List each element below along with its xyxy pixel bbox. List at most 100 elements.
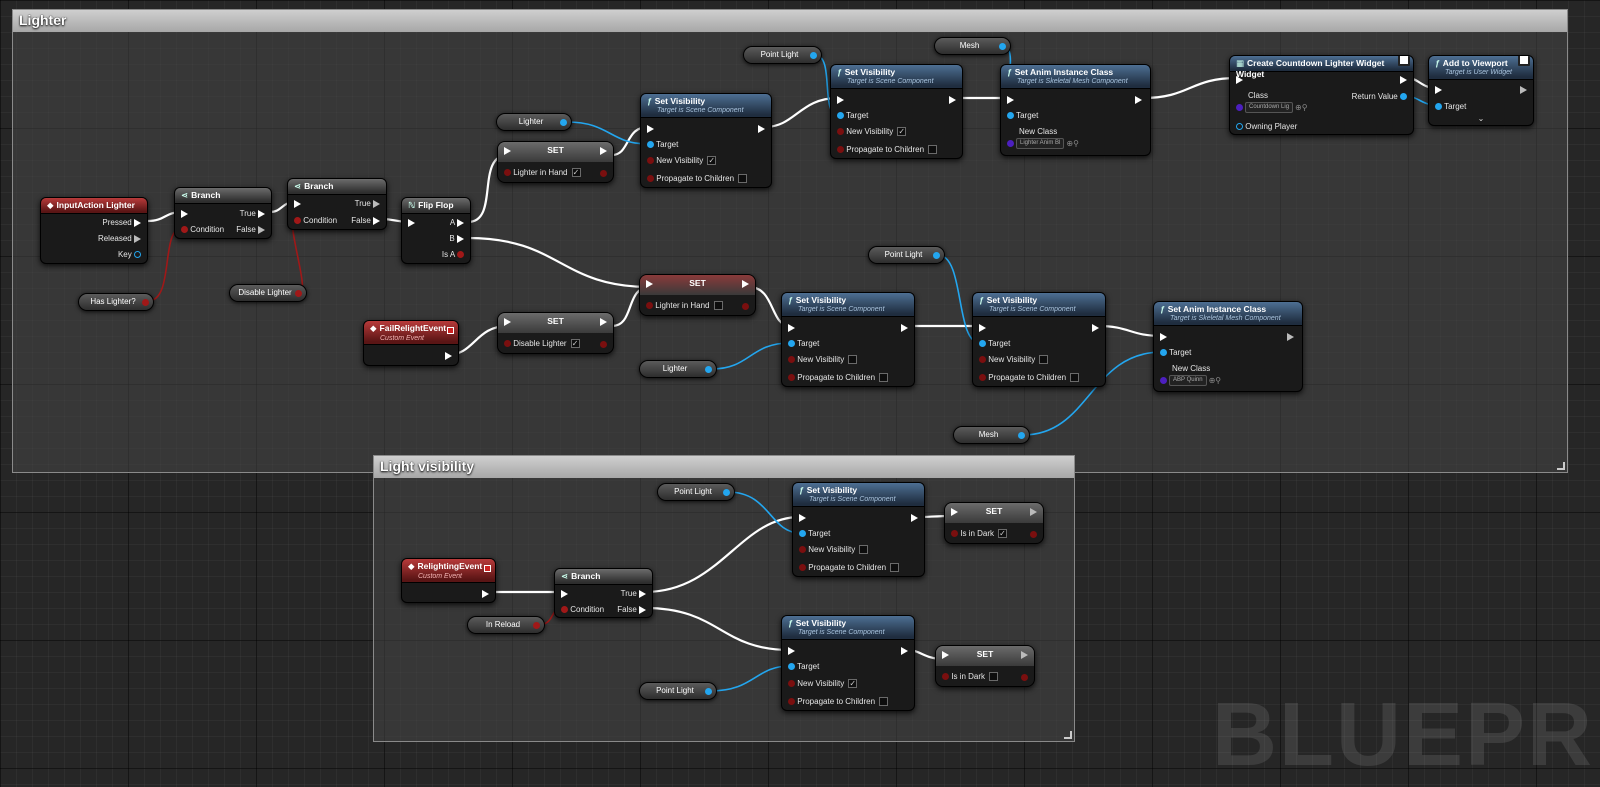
- exec-out-pin[interactable]: [949, 95, 956, 105]
- set-lighter-in-hand-top[interactable]: SET Lighter in Hand: [497, 141, 614, 183]
- target-pin[interactable]: Target: [788, 339, 819, 349]
- target-pin[interactable]: Target: [1435, 102, 1466, 112]
- a-pin[interactable]: A: [450, 218, 464, 228]
- new-class-combo[interactable]: ABP Quinn: [1169, 375, 1207, 386]
- target-pin[interactable]: Target: [837, 111, 868, 121]
- delegate-icon[interactable]: [447, 327, 454, 334]
- flip-flop-node[interactable]: ℕ Flip Flop A B Is A: [401, 197, 471, 264]
- target-pin[interactable]: Target: [799, 529, 830, 539]
- exec-in-pin[interactable]: [979, 323, 986, 333]
- relighting-event-header[interactable]: ◆ RelightingEvent Custom Event: [402, 559, 495, 583]
- set-visibility-node-6[interactable]: ƒ Set Visibility Target is Scene Component…: [781, 615, 915, 711]
- true-pin[interactable]: True: [355, 199, 380, 209]
- branch-node-2[interactable]: ⋖ Branch True Condition False: [287, 178, 387, 230]
- set-visibility-node-1[interactable]: ƒ Set Visibility Target is Scene Component…: [640, 93, 772, 188]
- new-visibility-checkbox[interactable]: [859, 545, 869, 555]
- create-widget-node[interactable]: ▦ Create Countdown Lighter Widget Widget …: [1229, 55, 1414, 135]
- var-in-reload[interactable]: In Reload: [467, 616, 545, 634]
- exec-out-pin[interactable]: [1520, 85, 1527, 95]
- exec-in-pin[interactable]: [837, 95, 844, 105]
- exec-out-pin[interactable]: [758, 124, 765, 134]
- set-anim-header[interactable]: ƒ Set Anim Instance Class Target is Skelet…: [1001, 65, 1150, 89]
- fail-relight-event-header[interactable]: ◆ FailRelightEvent Custom Event: [364, 321, 458, 345]
- set-header[interactable]: SET: [498, 142, 613, 162]
- exec-out-pin[interactable]: [901, 323, 908, 333]
- value-checkbox[interactable]: [989, 672, 999, 682]
- chevron-down-icon[interactable]: ⌄: [1478, 114, 1485, 123]
- browse-icon[interactable]: ⊕⚲: [1295, 103, 1308, 113]
- exec-in-pin[interactable]: [788, 323, 795, 333]
- set-disable-lighter[interactable]: SET Disable Lighter: [497, 312, 614, 354]
- var-disable-lighter[interactable]: Disable Lighter: [229, 284, 307, 302]
- released-pin[interactable]: Released: [98, 234, 141, 244]
- branch-header[interactable]: ⋖ Branch: [175, 188, 271, 204]
- set-header[interactable]: SET: [640, 275, 755, 295]
- branch-node-1[interactable]: ⋖ Branch True Condition False: [174, 187, 272, 239]
- condition-pin[interactable]: Condition: [561, 605, 604, 615]
- set-visibility-header[interactable]: ƒ Set Visibility Target is Scene Component: [831, 65, 962, 89]
- false-pin[interactable]: False: [236, 225, 265, 235]
- owning-player-pin[interactable]: Owning Player: [1236, 122, 1297, 132]
- new-visibility-checkbox[interactable]: [848, 355, 858, 365]
- set-visibility-node-4[interactable]: ƒ Set Visibility Target is Scene Component…: [972, 292, 1106, 387]
- set-visibility-header[interactable]: ƒ Set Visibility Target is Scene Component: [793, 483, 924, 507]
- var-point-light-top[interactable]: Point Light: [743, 46, 822, 64]
- set-visibility-header[interactable]: ƒ Set Visibility Target is Scene Component: [973, 293, 1105, 317]
- return-value-pin[interactable]: Return Value: [1352, 92, 1407, 102]
- b-pin[interactable]: B: [449, 234, 464, 244]
- new-visibility-checkbox[interactable]: [1039, 355, 1049, 365]
- target-pin[interactable]: Target: [647, 140, 678, 150]
- is-in-dark-pin[interactable]: Is in Dark: [951, 529, 1008, 539]
- exec-in-pin[interactable]: [1435, 85, 1442, 95]
- set-header[interactable]: SET: [498, 313, 613, 333]
- branch-node-3[interactable]: ⋖ Branch True Condition False: [554, 568, 653, 618]
- propagate-checkbox[interactable]: [879, 373, 889, 383]
- exec-out-pin[interactable]: [445, 351, 452, 361]
- propagate-checkbox[interactable]: [1070, 373, 1080, 383]
- exec-out-pin[interactable]: [1135, 95, 1142, 105]
- is-in-dark-pin[interactable]: Is in Dark: [942, 672, 999, 682]
- set-header[interactable]: SET: [945, 503, 1043, 523]
- input-action-lighter-node[interactable]: ◆ InputAction Lighter Pressed Released Ke…: [40, 197, 148, 264]
- propagate-checkbox[interactable]: [879, 697, 889, 707]
- condition-pin[interactable]: Condition: [181, 225, 224, 235]
- propagate-pin[interactable]: Propagate to Children: [788, 697, 889, 707]
- exec-out-pin[interactable]: [911, 513, 918, 523]
- new-visibility-pin[interactable]: New Visibility: [788, 679, 858, 689]
- target-pin[interactable]: Target: [1160, 348, 1191, 358]
- exec-out-pin[interactable]: [1400, 75, 1407, 85]
- set-visibility-node-2[interactable]: ƒ Set Visibility Target is Scene Component…: [830, 64, 963, 159]
- propagate-pin[interactable]: Propagate to Children: [837, 145, 938, 155]
- exec-in-pin[interactable]: [799, 513, 806, 523]
- var-mesh-bottom[interactable]: Mesh: [953, 426, 1030, 444]
- false-pin[interactable]: False: [617, 605, 646, 615]
- value-checkbox[interactable]: [570, 339, 580, 349]
- new-visibility-pin[interactable]: New Visibility: [788, 355, 858, 365]
- exec-out-pin[interactable]: [901, 646, 908, 656]
- set-visibility-header[interactable]: ƒ Set Visibility Target is Scene Component: [782, 293, 914, 317]
- target-pin[interactable]: Target: [1007, 111, 1038, 121]
- exec-in-pin[interactable]: [561, 589, 568, 599]
- new-visibility-pin[interactable]: New Visibility: [979, 355, 1049, 365]
- new-class-pin[interactable]: Lighter Anim Bl ⊕⚲: [1007, 138, 1079, 149]
- set-visibility-header[interactable]: ƒ Set Visibility Target is Scene Component: [782, 616, 914, 640]
- propagate-pin[interactable]: Propagate to Children: [647, 174, 748, 184]
- propagate-checkbox[interactable]: [928, 145, 938, 155]
- set-is-in-dark-1[interactable]: SET Is in Dark: [944, 502, 1044, 544]
- set-anim-instance-class-node-2[interactable]: ƒ Set Anim Instance Class Target is Skelet…: [1153, 301, 1303, 392]
- create-widget-header[interactable]: ▦ Create Countdown Lighter Widget Widget: [1230, 56, 1413, 79]
- disable-lighter-pin[interactable]: Disable Lighter: [504, 339, 580, 349]
- target-pin[interactable]: Target: [788, 662, 819, 672]
- new-visibility-pin[interactable]: New Visibility: [837, 127, 907, 137]
- set-visibility-node-3[interactable]: ƒ Set Visibility Target is Scene Component…: [781, 292, 915, 387]
- class-combo[interactable]: Countdown Lig: [1245, 102, 1294, 113]
- var-point-light-lv2[interactable]: Point Light: [639, 682, 717, 700]
- exec-in-pin[interactable]: [408, 218, 415, 228]
- flip-flop-header[interactable]: ℕ Flip Flop: [402, 198, 470, 214]
- set-anim-header[interactable]: ƒ Set Anim Instance Class Target is Skelet…: [1154, 302, 1302, 326]
- new-class-combo[interactable]: Lighter Anim Bl: [1016, 138, 1065, 149]
- set-visibility-node-5[interactable]: ƒ Set Visibility Target is Scene Component…: [792, 482, 925, 577]
- branch-header[interactable]: ⋖ Branch: [555, 569, 652, 585]
- set-is-in-dark-2[interactable]: SET Is in Dark: [935, 645, 1035, 687]
- set-header[interactable]: SET: [936, 646, 1034, 666]
